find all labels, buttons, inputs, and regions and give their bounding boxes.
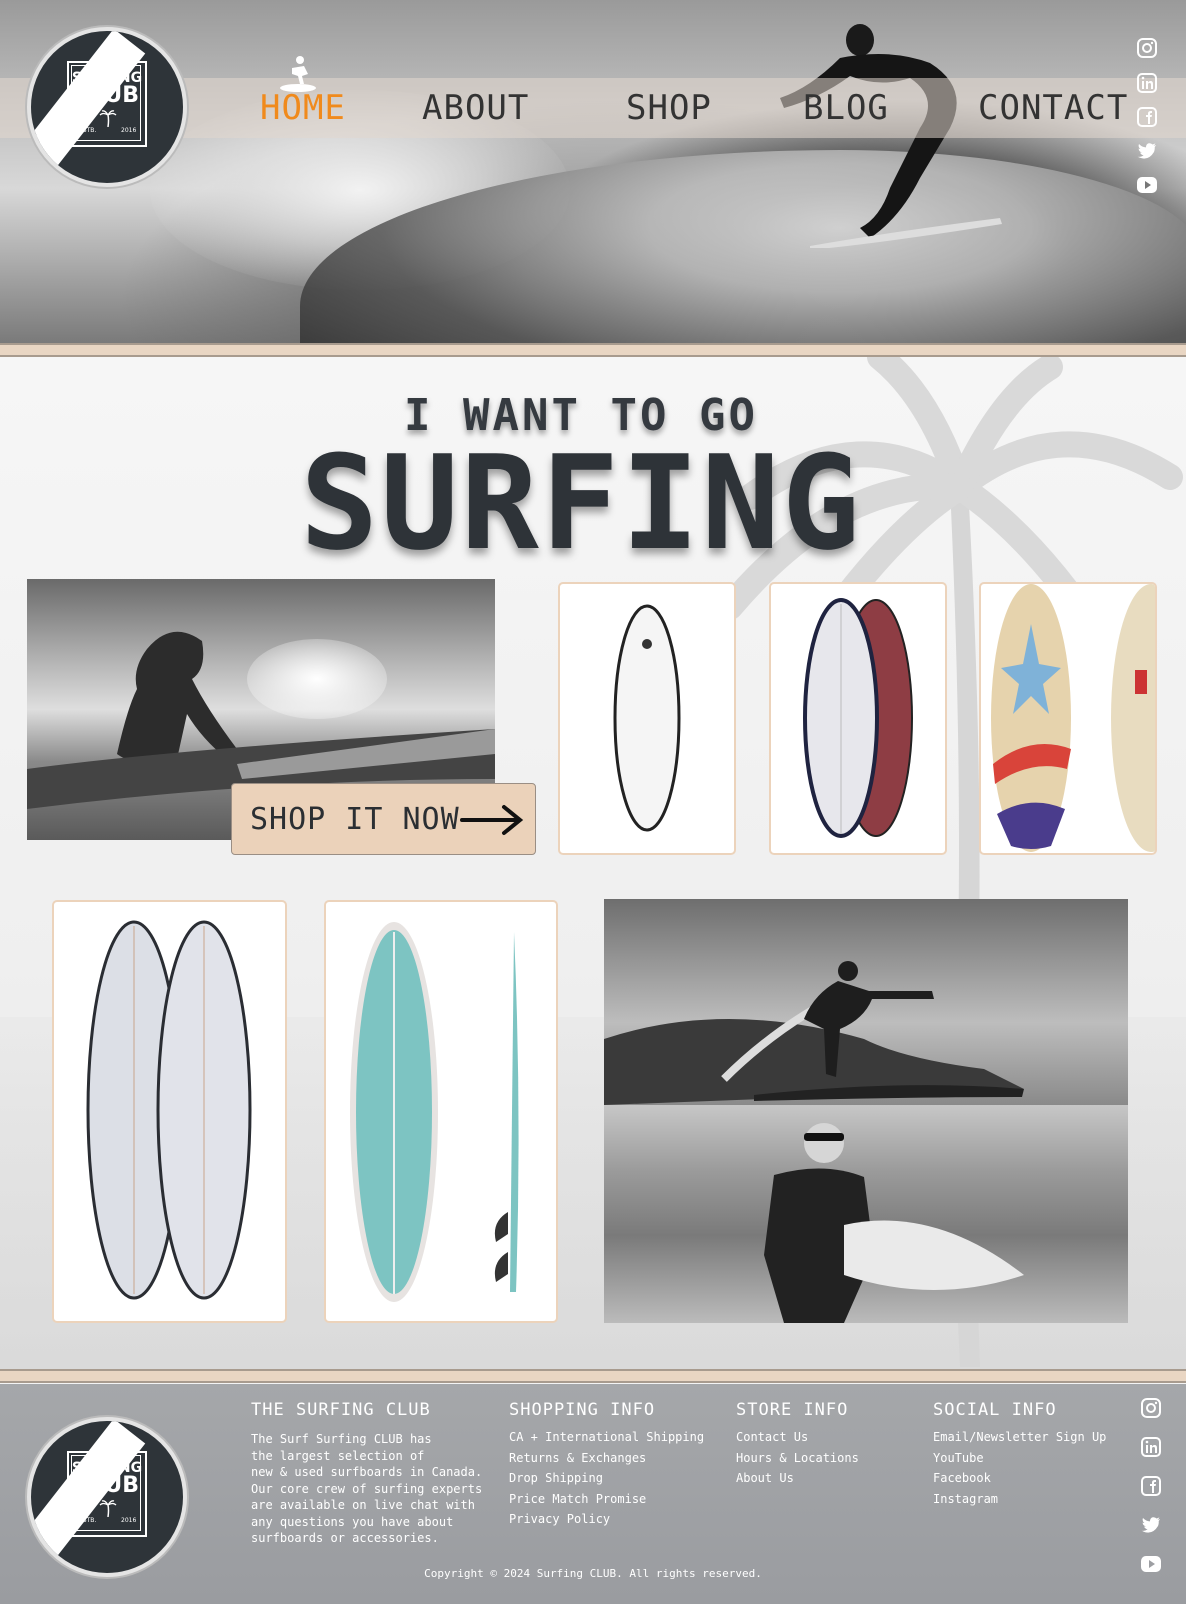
footer-facebook-icon[interactable] [1140, 1475, 1162, 1497]
footer-about-line: new & used surfboards in Canada. [251, 1465, 483, 1479]
footer-link-instagram[interactable]: Instagram [933, 1489, 1106, 1510]
footer-shopping-title: SHOPPING INFO [509, 1400, 656, 1420]
nav-contact[interactable]: CONTACT [978, 88, 1128, 128]
surfboard-red-image [803, 598, 913, 838]
twitter-icon[interactable] [1136, 140, 1158, 162]
divider-bottom [0, 1369, 1186, 1383]
surfboard-vintage-image [991, 584, 1155, 852]
main-section: I WANT TO GO SURFING SHOP IT NOW [0, 357, 1186, 1369]
shop-it-now-button[interactable]: SHOP IT NOW [231, 783, 536, 855]
product-card-board-white[interactable] [558, 582, 736, 855]
footer-social-links: Email/Newsletter Sign Up YouTube Faceboo… [933, 1427, 1106, 1509]
footer-logo-year: 2016 [121, 1517, 137, 1524]
nav-home[interactable]: HOME [260, 88, 346, 128]
facebook-icon[interactable] [1136, 106, 1158, 128]
footer-link-contact-us[interactable]: Contact Us [736, 1427, 859, 1448]
footer-logo-text-club: CLUB [74, 1473, 139, 1498]
footer-link-price-match[interactable]: Price Match Promise [509, 1489, 704, 1510]
photo-man-with-surfboard [604, 1105, 1128, 1323]
tagline-large: SURFING [300, 427, 862, 579]
product-card-board-twin-white[interactable] [52, 900, 287, 1323]
footer-palm-tree-icon [99, 1500, 117, 1517]
photo-woman-surfing [604, 899, 1128, 1105]
footer-about-line: Our core crew of surfing experts [251, 1481, 483, 1496]
footer-link-newsletter[interactable]: Email/Newsletter Sign Up [933, 1427, 1106, 1448]
nav-about[interactable]: ABOUT [422, 88, 529, 128]
linkedin-icon[interactable] [1136, 72, 1158, 94]
surfboard-teal-image [350, 922, 519, 1302]
footer-about-line: surfboards or accessories. [251, 1531, 439, 1545]
footer-store-title: STORE INFO [736, 1400, 849, 1420]
footer-about-line: are available on live chat with [251, 1498, 475, 1512]
footer-link-about-us[interactable]: About Us [736, 1468, 859, 1489]
footer-social-title: SOCIAL INFO [933, 1400, 1057, 1420]
nav-shop[interactable]: SHOP [626, 88, 712, 128]
footer-link-returns[interactable]: Returns & Exchanges [509, 1448, 704, 1469]
footer-about-line: The Surf Surfing CLUB has [251, 1432, 432, 1446]
logo-estb: ESTB. [79, 127, 97, 134]
footer-about-title: THE SURFING CLUB [251, 1400, 431, 1420]
instagram-icon[interactable] [1136, 37, 1158, 59]
footer-about-line: any questions you have about [251, 1514, 454, 1529]
surfboard-twin-white-image [86, 920, 252, 1300]
footer-link-privacy[interactable]: Privacy Policy [509, 1509, 704, 1530]
footer-link-facebook[interactable]: Facebook [933, 1468, 1106, 1489]
footer-link-drop-shipping[interactable]: Drop Shipping [509, 1468, 704, 1489]
footer-about-text: The Surf Surfing CLUB has the largest se… [251, 1431, 482, 1547]
hero-banner: HOME ABOUT SHOP BLOG CONTACT [0, 0, 1186, 343]
footer-logo-estb: ESTB. [79, 1517, 97, 1524]
divider-top [0, 343, 1186, 357]
nav-blog[interactable]: BLOG [803, 88, 889, 128]
footer-link-hours[interactable]: Hours & Locations [736, 1448, 859, 1469]
palm-tree-icon [99, 110, 117, 127]
footer-shopping-links: CA + International Shipping Returns & Ex… [509, 1427, 704, 1530]
youtube-icon[interactable] [1136, 174, 1158, 196]
shop-button-label: SHOP IT NOW [250, 802, 460, 837]
footer-link-shipping[interactable]: CA + International Shipping [509, 1427, 704, 1448]
logo-year: 2016 [121, 127, 137, 134]
surfboard-white-image [613, 604, 681, 832]
footer-linkedin-icon[interactable] [1140, 1436, 1162, 1458]
arrow-right-icon [460, 805, 524, 835]
footer-twitter-icon[interactable] [1140, 1514, 1162, 1536]
footer-store-links: Contact Us Hours & Locations About Us [736, 1427, 859, 1489]
product-card-board-teal[interactable] [324, 900, 558, 1323]
footer-about-line: the largest selection of [251, 1448, 425, 1463]
product-card-board-red[interactable] [769, 582, 947, 855]
copyright-text: Copyright © 2024 Surfing CLUB. All right… [424, 1567, 762, 1580]
product-card-board-vintage[interactable] [979, 582, 1157, 855]
footer-club-logo[interactable]: SURFING CLUB ESTB. 2016 [27, 1417, 187, 1577]
footer-instagram-icon[interactable] [1140, 1397, 1162, 1419]
club-logo[interactable]: SURFING CLUB ESTB. 2016 [27, 27, 187, 187]
logo-text-club: CLUB [74, 83, 139, 108]
footer-link-youtube[interactable]: YouTube [933, 1448, 1106, 1469]
